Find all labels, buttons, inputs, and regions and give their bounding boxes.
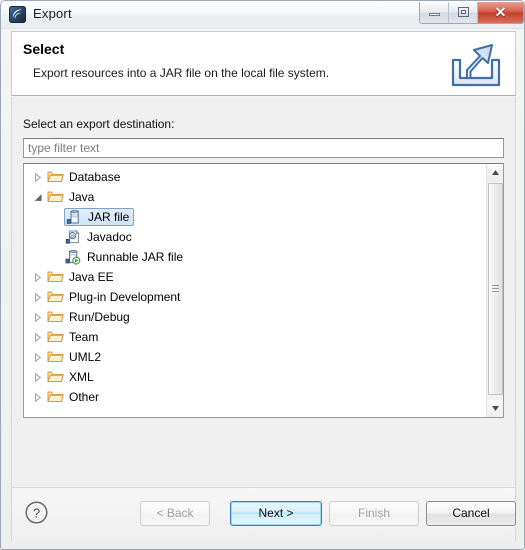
folder-icon [47, 289, 65, 305]
folder-icon [47, 369, 65, 385]
tree-item-label: Run/Debug [69, 310, 130, 324]
cancel-button[interactable]: Cancel [426, 501, 516, 526]
window-controls: ✕ [419, 2, 524, 24]
tree-item-label: Java EE [69, 270, 114, 284]
folder-icon [47, 349, 65, 365]
expand-arrow-icon[interactable] [30, 292, 46, 302]
filter-input[interactable] [23, 138, 504, 158]
wizard-header: Select Export resources into a JAR file … [11, 31, 516, 96]
tree-item-database[interactable]: Database [24, 167, 485, 187]
tree-item-label: UML2 [69, 350, 102, 364]
tree-item-uml2[interactable]: UML2 [24, 347, 485, 367]
next-button[interactable]: Next > [230, 501, 322, 526]
folder-icon [47, 389, 65, 405]
eclipse-icon [9, 6, 26, 23]
page-title: Select [23, 41, 65, 57]
tree-item-other[interactable]: Other [24, 387, 485, 407]
tree-item-content[interactable]: @ Javadoc [64, 228, 136, 246]
runnable-jar-file-icon [65, 249, 83, 265]
help-icon[interactable]: ? [24, 500, 49, 525]
svg-text:@: @ [70, 234, 74, 239]
tree-item-plug-in-development[interactable]: Plug-in Development [24, 287, 485, 307]
folder-icon [47, 309, 65, 325]
expand-arrow-icon[interactable] [30, 332, 46, 342]
dialog-body: Select an export destination: Database Ja… [11, 97, 516, 487]
collapse-arrow-icon[interactable] [30, 193, 46, 202]
tree-item-content[interactable]: XML [46, 368, 98, 386]
tree-item-content[interactable]: Run/Debug [46, 308, 134, 326]
tree-item-runnable-jar-file[interactable]: Runnable JAR file [24, 247, 485, 267]
restore-icon [458, 7, 469, 17]
tree-item-label: Java [69, 190, 95, 204]
svg-text:?: ? [33, 505, 40, 520]
folder-icon [47, 329, 65, 345]
tree-list: Database Java JAR file @ Javadoc Runnable JAR… [24, 167, 485, 407]
tree-item-jar-file[interactable]: JAR file [24, 207, 485, 227]
folder-icon [47, 169, 65, 185]
tree-item-label: Team [69, 330, 99, 344]
tree-item-label: XML [69, 370, 94, 384]
expand-arrow-icon[interactable] [30, 392, 46, 402]
minimize-icon [429, 13, 440, 16]
expand-arrow-icon[interactable] [30, 352, 46, 362]
tree-item-content[interactable]: Other [46, 388, 103, 406]
tree-item-label: Javadoc [87, 230, 132, 244]
tree-item-xml[interactable]: XML [24, 367, 485, 387]
tree-item-content[interactable]: Java EE [46, 268, 118, 286]
tree-item-selected[interactable]: JAR file [64, 208, 135, 226]
tree-item-javadoc[interactable]: @ Javadoc [24, 227, 485, 247]
tree-item-java-ee[interactable]: Java EE [24, 267, 485, 287]
expand-arrow-icon[interactable] [30, 372, 46, 382]
tree-item-label: JAR file [88, 210, 130, 224]
tree-item-label: Database [69, 170, 121, 184]
tree-item-team[interactable]: Team [24, 327, 485, 347]
close-icon: ✕ [494, 4, 507, 20]
tree-item-java[interactable]: Java [24, 187, 485, 207]
minimize-button[interactable] [420, 2, 449, 23]
expand-arrow-icon[interactable] [30, 272, 46, 282]
tree-item-label: Runnable JAR file [87, 250, 184, 264]
close-button[interactable]: ✕ [478, 2, 523, 23]
export-wizard-icon [447, 37, 505, 92]
expand-arrow-icon[interactable] [30, 312, 46, 322]
window-title: Export [33, 6, 72, 21]
tree-item-content[interactable]: Plug-in Development [46, 288, 184, 306]
maximize-button[interactable] [449, 2, 478, 23]
back-button[interactable]: < Back [140, 501, 210, 526]
tree-vertical-scrollbar[interactable] [486, 164, 503, 417]
folder-icon [47, 269, 65, 285]
page-description: Export resources into a JAR file on the … [33, 66, 330, 80]
tree-item-content[interactable]: Team [46, 328, 102, 346]
export-dialog-window: Export ✕ Select Export resources into a … [0, 0, 525, 550]
tree-item-label: Plug-in Development [69, 290, 181, 304]
expand-arrow-icon[interactable] [30, 172, 46, 182]
dialog-button-bar: ? < Back Next > Finish Cancel [11, 487, 516, 541]
tree-item-label: Other [69, 390, 100, 404]
tree-item-content[interactable]: Runnable JAR file [64, 248, 187, 266]
jar-file-icon [66, 209, 84, 225]
tree-item-content[interactable]: UML2 [46, 348, 105, 366]
tree-item-content[interactable]: Database [46, 168, 124, 186]
scrollbar-grip-icon [492, 285, 499, 293]
export-destination-label: Select an export destination: [23, 117, 175, 131]
export-destination-tree[interactable]: Database Java JAR file @ Javadoc Runnable JAR… [23, 163, 504, 418]
tree-item-run-debug[interactable]: Run/Debug [24, 307, 485, 327]
tree-item-content[interactable]: Java [46, 188, 98, 206]
finish-button[interactable]: Finish [329, 501, 419, 526]
folder-icon [47, 189, 65, 205]
title-bar: Export ✕ [1, 1, 524, 29]
scrollbar-thumb[interactable] [488, 183, 503, 395]
scroll-down-arrow-icon[interactable] [487, 400, 503, 417]
scroll-up-arrow-icon[interactable] [487, 164, 503, 181]
javadoc-icon: @ [65, 229, 83, 245]
